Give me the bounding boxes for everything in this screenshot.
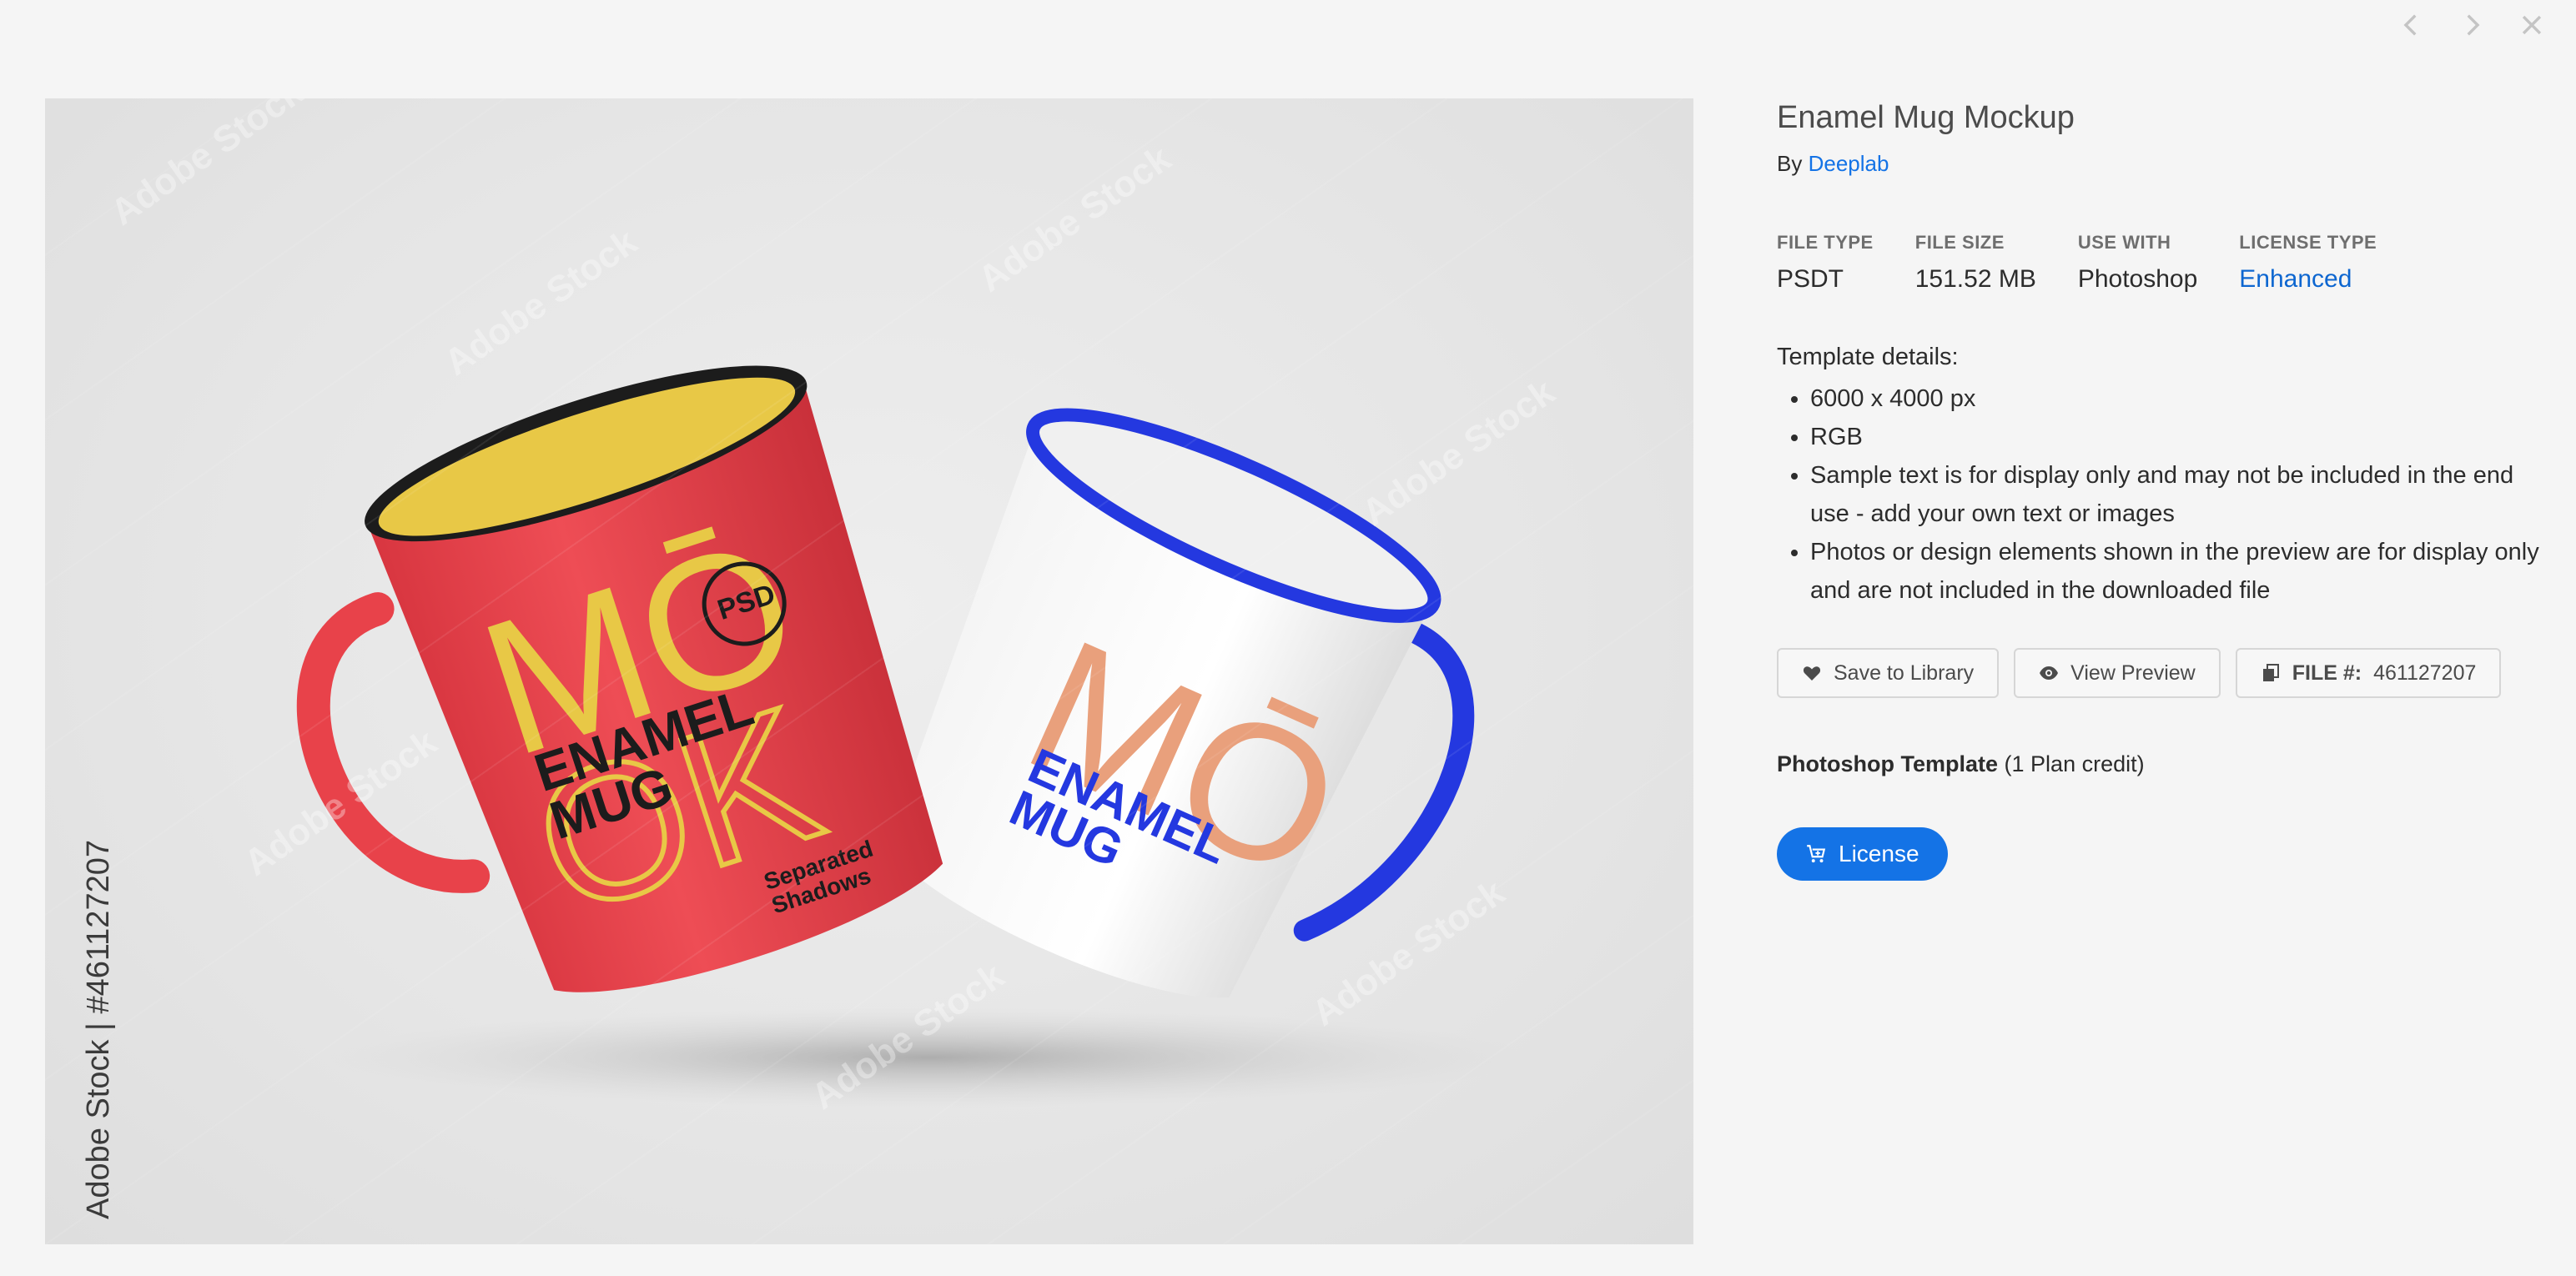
asset-title: Enamel Mug Mockup	[1777, 100, 2075, 135]
copy-icon	[2262, 664, 2279, 681]
meta-label: FILE TYPE	[1777, 232, 1874, 253]
plan-info: Photoshop Template (1 Plan credit)	[1777, 751, 2553, 777]
heart-icon	[1803, 666, 1821, 681]
list-item: 6000 x 4000 px	[1810, 379, 2553, 418]
byline: By Deeplab	[1777, 151, 2553, 177]
meta-value: 151.52 MB	[1914, 265, 2036, 293]
view-preview-button[interactable]: View Preview	[2014, 648, 2221, 698]
details-list: 6000 x 4000 px RGB Sample text is for di…	[1777, 379, 2553, 610]
file-number-value: 461127207	[2373, 661, 2477, 685]
meta-value: PSDT	[1777, 265, 1844, 293]
license-label: License	[1839, 841, 1919, 867]
asset-info-panel: Enamel Mug Mockup By Deeplab FILE TYPE P…	[1777, 100, 2553, 881]
template-details: Template details: 6000 x 4000 px RGB Sam…	[1777, 344, 2553, 610]
meta-label: FILE SIZE	[1914, 232, 2005, 253]
copy-file-number-button[interactable]: FILE #: 461127207	[2235, 648, 2502, 698]
plan-title: Photoshop Template	[1777, 751, 1999, 776]
meta-value: Photoshop	[2077, 265, 2198, 293]
plan-credit: (1 Plan credit)	[2004, 751, 2145, 776]
chevron-left-icon[interactable]	[2397, 11, 2426, 39]
eye-icon	[2040, 666, 2059, 680]
close-icon[interactable]	[2518, 11, 2546, 39]
meta-label: USE WITH	[2077, 232, 2171, 253]
by-prefix: By	[1777, 151, 1803, 176]
save-to-library-label: Save to Library	[1834, 661, 1975, 685]
top-navigation	[2397, 0, 2576, 50]
save-to-library-button[interactable]: Save to Library	[1777, 648, 2000, 698]
list-item: Photos or design elements shown in the p…	[1810, 533, 2553, 610]
action-buttons: Save to Library View Preview FILE #: 461…	[1777, 648, 2553, 698]
file-number-label: FILE #:	[2292, 661, 2362, 685]
author-link[interactable]: Deeplab	[1809, 151, 1889, 176]
license-button[interactable]: License	[1777, 827, 1948, 881]
meta-use-with: USE WITH Photoshop	[2078, 232, 2197, 294]
list-item: Sample text is for display only and may …	[1810, 456, 2553, 533]
list-item: RGB	[1810, 418, 2553, 456]
preview-image: MŌ ENAMEL MUG MŌ OK ENAMEL MUG PSD Separ…	[45, 98, 1693, 1244]
cart-add-icon	[1807, 845, 1826, 863]
view-preview-label: View Preview	[2070, 661, 2196, 685]
file-metadata: FILE TYPE PSDT FILE SIZE 151.52 MB USE W…	[1777, 232, 2553, 294]
meta-file-size: FILE SIZE 151.52 MB	[1915, 232, 2036, 294]
meta-label: LICENSE TYPE	[2239, 232, 2377, 253]
license-type-link[interactable]: Enhanced	[2239, 265, 2377, 294]
adobe-stock-credit: Adobe Stock | #461127207	[81, 840, 116, 1219]
meta-file-type: FILE TYPE PSDT	[1777, 232, 1874, 294]
meta-license-type: LICENSE TYPE Enhanced	[2239, 232, 2377, 294]
details-heading: Template details:	[1777, 344, 1959, 370]
chevron-right-icon[interactable]	[2458, 11, 2486, 39]
